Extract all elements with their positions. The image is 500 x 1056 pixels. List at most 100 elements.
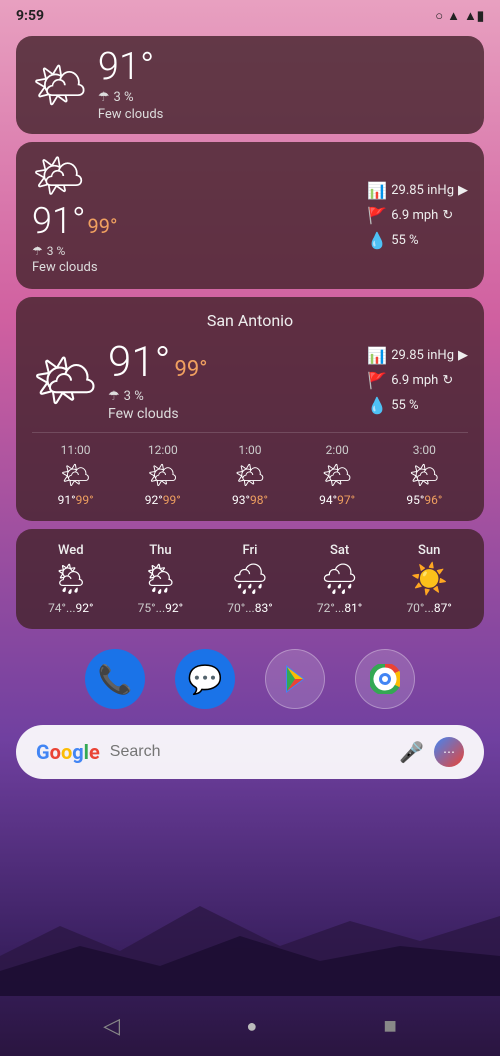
weather-icon-small: 🌤 [32,63,88,107]
app-icons-row: 📞 💬 [0,649,500,709]
day-name: Thu [149,543,171,558]
chrome-app-icon[interactable] [355,649,415,709]
humidity-row-medium: 💧 55 % [367,231,468,250]
day-name: Fri [243,543,258,558]
rain-detail-small: ☂ 3 % [98,90,164,105]
day-icon: ☀️ [410,562,447,597]
umbrella-icon-large: ☂ [108,389,120,404]
hour-time: 3:00 [413,443,436,457]
search-bar[interactable]: Google 🎤 ⋯ [16,725,484,779]
temp-hi-large: 99° [174,357,207,382]
weather-info-small: 91° ☂ 3 % Few clouds [98,48,164,122]
rain-pct-medium: 3 % [47,244,66,258]
google-lens-icon[interactable]: ⋯ [434,737,464,767]
condition-medium: Few clouds [32,260,98,275]
search-input[interactable] [110,743,389,761]
weather-metrics-medium: 📊 29.85 inHg ▶ 🚩 6.9 mph ↻ 💧 55 % [367,181,468,250]
weather-widget-small[interactable]: 🌤 91° ☂ 3 % Few clouds [16,36,484,134]
hour-icon: 🌤 [409,461,439,489]
pressure-row-medium: 📊 29.85 inHg ▶ [367,181,468,200]
day-icon: 🌧 [231,562,269,597]
day-item: Wed 🌦 74°...92° [48,543,93,615]
hour-time: 11:00 [61,443,91,457]
day-name: Sun [418,543,440,558]
day-temps: 72°...81° [317,601,362,615]
humidity-icon-large: 💧 [367,396,387,415]
humidity-row-large: 💧 55 % [367,396,468,415]
day-item: Sun ☀️ 70°...87° [406,543,451,615]
humidity-icon: 💧 [367,231,387,250]
alarm-icon: ○ [435,8,443,24]
weather-top-row: 🌤 91° 99° ☂ 3 % Few clouds 📊 29.85 inHg … [32,338,468,422]
hour-temp: 94°97° [319,493,355,507]
back-button[interactable]: ◁ [103,1014,120,1039]
city-name: San Antonio [32,311,468,330]
temp-large: 91° [108,338,170,387]
google-logo: Google [36,740,100,764]
temp-hi-medium: 99° [88,214,118,238]
wind-row-medium: 🚩 6.9 mph ↻ [367,206,468,225]
day-icon: 🌦 [52,562,90,597]
phone-app-icon[interactable]: 📞 [85,649,145,709]
weather-widget-medium[interactable]: 🌤 91° 99° ☂ 3 % Few clouds 📊 29.85 inHg … [16,142,484,289]
status-bar: 9:59 ○ ▲ ▲▮ [0,0,500,28]
wind-medium: 6.9 mph [391,208,438,223]
wifi-icon: ▲ [447,8,460,24]
hour-item: 1:00 🌤 93°98° [232,443,268,507]
day-temps: 70°...87° [406,601,451,615]
condition-small: Few clouds [98,107,164,122]
signal-icon: ▲▮ [464,8,484,24]
day-temps: 70°...83° [227,601,272,615]
status-icons: ○ ▲ ▲▮ [435,8,484,24]
wind-large: 6.9 mph [391,373,438,388]
day-temps: 75°...92° [138,601,183,615]
humidity-medium: 55 % [391,233,418,248]
weather-widget-large[interactable]: San Antonio 🌤 91° 99° ☂ 3 % Few clouds 📊… [16,297,484,521]
hour-item: 11:00 🌤 91°99° [58,443,94,507]
umbrella-icon: ☂ [98,90,110,105]
day-name: Sat [330,543,349,558]
temp-small: 91° [98,48,164,86]
day-item: Fri 🌧 70°...83° [227,543,272,615]
pressure-large: 29.85 inHg [391,348,454,363]
rain-pct-large: 3 % [124,389,144,404]
wind-row-large: 🚩 6.9 mph ↻ [367,371,468,390]
wind-icon: 🚩 [367,206,387,225]
hour-temp: 92°99° [145,493,181,507]
weather-icon-large: 🌤 [32,350,98,411]
hour-item: 12:00 🌤 92°99° [145,443,181,507]
messages-app-icon[interactable]: 💬 [175,649,235,709]
weather-metrics-large: 📊 29.85 inHg ▶ 🚩 6.9 mph ↻ 💧 55 % [367,346,468,415]
temp-medium: 91° [32,200,86,242]
temp-block-large: 91° 99° ☂ 3 % Few clouds [108,338,207,422]
recents-button[interactable]: ■ [384,1013,397,1039]
hour-temp: 91°99° [58,493,94,507]
rain-detail-medium: ☂ 3 % [32,244,65,258]
hour-icon: 🌤 [148,461,178,489]
hour-icon: 🌤 [235,461,265,489]
pressure-medium: 29.85 inHg [391,183,454,198]
hourly-forecast: 11:00 🌤 91°99° 12:00 🌤 92°99° 1:00 🌤 93°… [32,432,468,507]
condition-large: Few clouds [108,406,207,422]
hour-temp: 95°96° [406,493,442,507]
rain-pct-small: 3 % [114,90,134,105]
rain-detail-large: ☂ 3 % [108,389,207,404]
day-temps: 74°...92° [48,601,93,615]
pressure-arrow: ▶ [458,183,468,198]
hour-temp: 93°98° [232,493,268,507]
mic-icon[interactable]: 🎤 [399,740,424,764]
hour-time: 1:00 [238,443,261,457]
hour-icon: 🌤 [322,461,352,489]
wind-icon-large: 🚩 [367,371,387,390]
weather-icon-medium: 🌤 [32,156,85,198]
humidity-large: 55 % [391,398,418,413]
umbrella-icon-medium: ☂ [32,244,43,258]
pressure-icon: 📊 [367,181,387,200]
weather-widget-weekly[interactable]: Wed 🌦 74°...92° Thu 🌦 75°...92° Fri 🌧 70… [16,529,484,629]
day-icon: 🌦 [141,562,179,597]
home-button[interactable]: ● [246,1016,257,1037]
weather-left-medium: 🌤 91° 99° ☂ 3 % Few clouds [32,156,118,275]
pressure-row-large: 📊 29.85 inHg ▶ [367,346,468,365]
play-store-app-icon[interactable] [265,649,325,709]
day-item: Sat 🌧 72°...81° [317,543,362,615]
